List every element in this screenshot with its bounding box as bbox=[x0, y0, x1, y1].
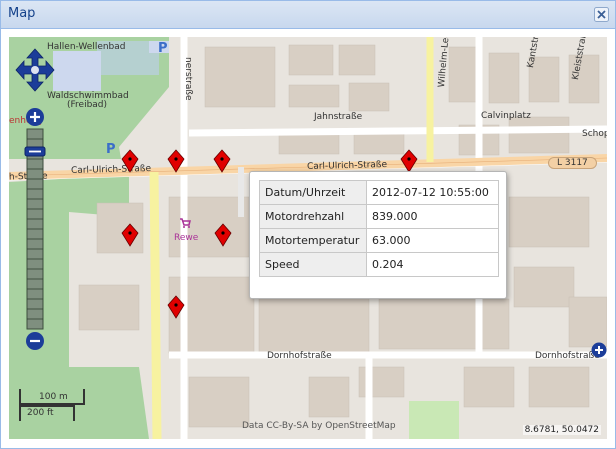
label-jahnstrasse: Jahnstraße bbox=[314, 112, 363, 122]
scale-metric: 100 m bbox=[39, 392, 68, 402]
map-marker-icon[interactable] bbox=[121, 223, 139, 247]
table-row: Speed 0.204 bbox=[259, 252, 499, 277]
zoom-out-icon bbox=[26, 332, 44, 350]
map-marker-icon[interactable] bbox=[214, 223, 232, 247]
svg-text:P: P bbox=[106, 142, 116, 155]
popup-key: Speed bbox=[259, 252, 367, 277]
label-calvinplatz: Calvinplatz bbox=[481, 111, 531, 121]
mouse-coordinates: 8.6781, 50.0472 bbox=[522, 425, 601, 435]
scale-line: 100 m 200 ft bbox=[19, 389, 89, 425]
popup-key: Motordrehzahl bbox=[259, 204, 367, 229]
table-row: Datum/Uhrzeit 2012-07-12 10:55:00 bbox=[259, 180, 499, 205]
marker-popup: Datum/Uhrzeit 2012-07-12 10:55:00 Motord… bbox=[249, 171, 507, 299]
table-row: Motordrehzahl 839.000 bbox=[259, 204, 499, 229]
popup-table: Datum/Uhrzeit 2012-07-12 10:55:00 Motord… bbox=[259, 180, 499, 277]
map-marker-icon[interactable] bbox=[400, 149, 418, 173]
label-dornhof-1: Dornhofstraße bbox=[267, 351, 332, 361]
popup-key: Motortemperatur bbox=[259, 228, 367, 253]
popup-value: 839.000 bbox=[366, 204, 499, 229]
close-icon[interactable] bbox=[594, 7, 609, 22]
table-row: Motortemperatur 63.000 bbox=[259, 228, 499, 253]
label-freibad: (Freibad) bbox=[67, 100, 108, 110]
parking-icon: P bbox=[158, 41, 168, 54]
map-marker-icon[interactable] bbox=[121, 149, 139, 173]
map-window: Map Hallen-Wellenbad Waldschwimmbad (Fre… bbox=[0, 0, 616, 449]
map-attribution: Data CC-By-SA by OpenStreetMap bbox=[242, 421, 396, 431]
zoom-in-icon bbox=[26, 108, 44, 126]
map-canvas[interactable]: Hallen-Wellenbad Waldschwimmbad (Freibad… bbox=[9, 37, 607, 439]
label-schop: Schop bbox=[582, 129, 607, 139]
expand-icon[interactable] bbox=[591, 342, 607, 358]
shopping-cart-icon bbox=[180, 218, 191, 228]
pan-arrows-icon[interactable] bbox=[15, 47, 55, 93]
zoom-slider[interactable] bbox=[24, 107, 46, 351]
scale-imperial: 200 ft bbox=[27, 408, 54, 418]
popup-key: Datum/Uhrzeit bbox=[259, 180, 367, 205]
label-l3117: L 3117 bbox=[548, 157, 597, 169]
parking-icon: P bbox=[106, 142, 116, 155]
label-hallenbad: Hallen-Wellenbad bbox=[47, 42, 126, 52]
map-marker-icon[interactable] bbox=[167, 295, 185, 319]
label-nerstrasse: nerstraße bbox=[183, 57, 193, 101]
popup-value: 63.000 bbox=[366, 228, 499, 253]
label-dornhof-2: Dornhofstraße bbox=[535, 351, 600, 361]
popup-value: 0.204 bbox=[366, 252, 499, 277]
window-titlebar[interactable]: Map bbox=[1, 1, 615, 29]
window-title: Map bbox=[8, 6, 36, 21]
label-rewe: Rewe bbox=[174, 233, 199, 243]
label-carl-ulrich-1: Carl-Ulrich-Straße bbox=[70, 163, 152, 177]
svg-text:P: P bbox=[158, 41, 168, 54]
popup-value: 2012-07-12 10:55:00 bbox=[366, 180, 499, 205]
map-marker-icon[interactable] bbox=[213, 149, 231, 173]
map-marker-icon[interactable] bbox=[167, 149, 185, 173]
